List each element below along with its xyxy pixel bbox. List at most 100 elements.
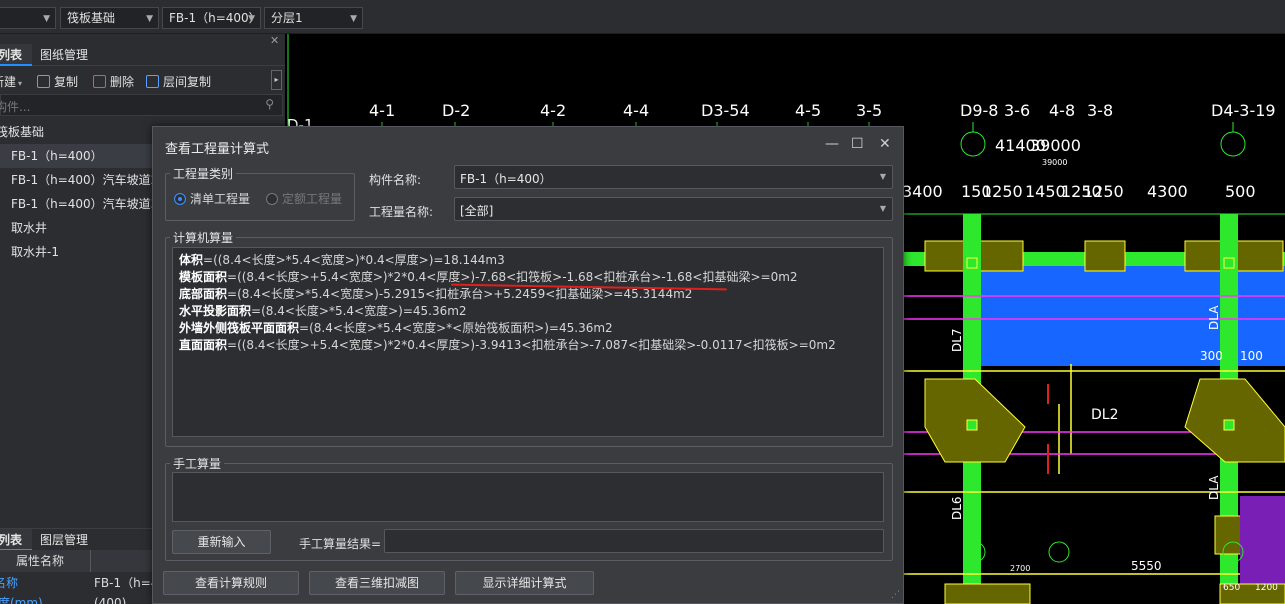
pile-cap [1084, 240, 1126, 272]
manual-result-input[interactable] [384, 529, 884, 553]
axis-label: 4-5 [795, 101, 821, 120]
prop-value: FB-1（h=4 [94, 576, 159, 590]
formula-line: 外墙外侧筏板平面面积=(8.4<长度>*5.4<宽度>*<原始筏板面积>)=45… [179, 320, 613, 337]
formula-name: 模板面积 [179, 270, 228, 284]
type-combo[interactable]: 筏板基础 ▼ [60, 7, 159, 29]
tab-prop-list[interactable]: 列表 [0, 529, 32, 551]
component-name-select[interactable]: FB-1（h=400） ▼ [454, 165, 893, 189]
member-label: 2700 [1010, 564, 1030, 573]
dim-text: 4300 [1147, 182, 1188, 201]
show-detail-formula-button[interactable]: 显示详细计算式 [455, 571, 594, 595]
formula-expr: =(8.4<长度>*5.4<宽度>*<原始筏板面积>)=45.36m2 [299, 321, 613, 335]
column-marker [1223, 257, 1235, 269]
more-tools-button[interactable]: ▸ [271, 70, 282, 90]
column-marker [966, 419, 978, 431]
grid-bubbles [964, 541, 1244, 563]
raft-area [975, 266, 1285, 366]
dim-text: 1250 [1083, 182, 1124, 201]
member-label: 5550 [1131, 559, 1162, 573]
axis-bubble [960, 131, 986, 157]
member-label: 650 [1223, 583, 1240, 593]
component-search-input[interactable]: 构件... ⚲ [0, 94, 283, 116]
pile-cap [1184, 378, 1285, 463]
member-label: DLA [1207, 475, 1221, 500]
trash-icon [93, 75, 106, 88]
resize-grip-icon[interactable]: ⋰ [891, 590, 900, 600]
axis-label: D9-8 [960, 101, 998, 120]
quantity-category-label: 工程量类别 [170, 165, 237, 182]
radio-checked-icon [174, 193, 186, 205]
dimension-texts: 41400 39000 39000 3400 150 1250 1450 125… [902, 136, 1256, 201]
manual-calc-textarea[interactable] [172, 472, 884, 522]
quantity-name-value: [全部] [460, 204, 494, 218]
floor-copy-icon [146, 75, 159, 88]
axis-label: 3-6 [1004, 101, 1030, 120]
view-rules-button[interactable]: 查看计算规则 [163, 571, 299, 595]
formula-name: 体积 [179, 253, 204, 267]
chevron-down-icon: ▼ [879, 204, 886, 213]
category-combo[interactable]: ▼ [0, 7, 56, 29]
radio-quota-label: 定额工程量 [282, 192, 343, 206]
member-label: DLA [1207, 305, 1221, 330]
axis-label: 3-5 [856, 101, 882, 120]
formula-name: 底部面积 [179, 287, 228, 301]
tab-drawings[interactable]: 图纸管理 [36, 44, 92, 66]
chevron-down-icon: ▼ [248, 14, 255, 24]
member-label: 100 [1240, 349, 1263, 363]
radio-list-quantity[interactable]: 清单工程量 [174, 190, 250, 207]
search-icon[interactable]: ⚲ [265, 97, 274, 111]
axis-label-group: 4-1 D-2 4-2 4-4 D3-54 4-5 3-5 D9-8 3-6 4… [369, 101, 1276, 120]
formula-line: 水平投影面积=(8.4<长度>*5.4<宽度>)=45.36m2 [179, 303, 467, 320]
quantity-name-select[interactable]: [全部] ▼ [454, 197, 893, 221]
copy-icon [37, 75, 50, 88]
axis-label: 4-1 [369, 101, 395, 120]
component-name-value: FB-1（h=400） [460, 172, 552, 186]
component-combo[interactable]: FB-1（h=400） ▼ [162, 7, 261, 29]
floor-copy-label: 层间复制 [163, 75, 212, 89]
dim-text: 1250 [982, 182, 1023, 201]
formula-name: 外墙外侧筏板平面面积 [179, 321, 300, 335]
axis-label: D3-54 [701, 101, 750, 120]
quantity-name-label: 工程量名称: [369, 205, 434, 219]
chevron-down-icon: ▼ [879, 172, 886, 181]
floor-combo[interactable]: 分层1 ▼ [264, 7, 363, 29]
dialog-title: 查看工程量计算式 [165, 142, 270, 157]
axis-label: 4-2 [540, 101, 566, 120]
radio-quota-quantity[interactable]: 定额工程量 [266, 190, 342, 207]
member-label: DL6 [950, 496, 964, 520]
component-name-label: 构件名称: [369, 173, 422, 187]
quantity-formula-dialog: 查看工程量计算式 — ☐ ✕ 工程量类别 清单工程量 定额工程量 构件名称: F… [152, 126, 904, 604]
new-button[interactable]: 新建▾ [0, 73, 22, 90]
member-label: DL7 [950, 328, 964, 352]
maximize-icon[interactable]: ☐ [851, 136, 864, 152]
member-label: 300 [1200, 349, 1223, 363]
close-icon[interactable]: ✕ [879, 136, 891, 152]
member-label: DL2 [1091, 407, 1119, 423]
copy-button[interactable]: 复制 [37, 73, 78, 90]
component-combo-value: FB-1（h=400） [169, 11, 261, 25]
delete-button[interactable]: 删除 [93, 73, 134, 90]
axis-label: 3-8 [1087, 101, 1113, 120]
tab-layers[interactable]: 图层管理 [36, 529, 92, 551]
formula-line: 底部面积=(8.4<长度>*5.4<宽度>)-5.2915<扣桩承台>+5.24… [179, 286, 692, 303]
prop-value: (400) [94, 596, 127, 604]
view-3d-deduction-button[interactable]: 查看三维扣减图 [309, 571, 445, 595]
column-marker [1223, 419, 1235, 431]
computer-calc-textarea[interactable]: 体积=((8.4<长度>*5.4<宽度>)*0.4<厚度>)=18.144m3 … [172, 247, 884, 437]
column-divider [90, 550, 91, 572]
formula-expr: =((8.4<长度>+5.4<宽度>)*2*0.4<厚度>)-3.9413<扣桩… [227, 338, 836, 352]
copy-label: 复制 [54, 75, 79, 89]
axis-label: 4-8 [1049, 101, 1075, 120]
search-placeholder: 构件... [0, 100, 31, 114]
axis-label: D-2 [442, 101, 470, 120]
tab-list[interactable]: 列表 [0, 44, 32, 66]
minimize-icon[interactable]: — [825, 136, 839, 152]
radio-list-label: 清单工程量 [190, 192, 251, 206]
formula-expr: =(8.4<长度>*5.4<宽度>)=45.36m2 [251, 304, 467, 318]
component-tabs: 列表 图纸管理 [0, 44, 285, 66]
axis-bubble [1220, 131, 1246, 157]
floor-copy-button[interactable]: 层间复制 [146, 73, 211, 90]
component-toolbar: 新建▾ 复制 删除 层间复制 [0, 69, 285, 93]
reenter-button[interactable]: 重新输入 [172, 530, 271, 554]
formula-expr: =((8.4<长度>*5.4<宽度>)*0.4<厚度>)=18.144m3 [203, 253, 505, 267]
